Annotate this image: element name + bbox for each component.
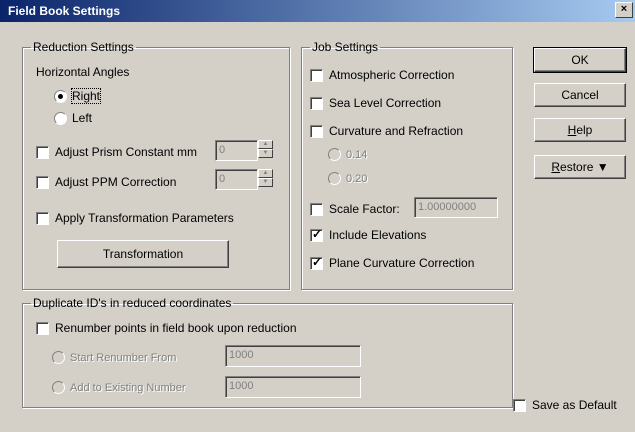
coef-014-label: 0.14 [346, 148, 368, 161]
include-elevations-checkbox[interactable]: Include Elevations [310, 227, 427, 242]
restore-button[interactable]: Restore ▼ [534, 155, 626, 179]
transformation-button[interactable]: Transformation [57, 240, 229, 268]
checkbox-icon [36, 175, 49, 189]
spin-up-icon[interactable]: ▲ [258, 140, 273, 149]
plane-curvature-label: Plane Curvature Correction [329, 256, 475, 270]
sea-level-correction-label: Sea Level Correction [329, 96, 442, 110]
add-existing-label: Add to Existing Number [70, 381, 186, 394]
restore-mnemonic: R [551, 160, 561, 174]
atmospheric-correction-checkbox[interactable]: Atmospheric Correction [310, 68, 454, 82]
right-radio-label: Right [70, 88, 102, 104]
right-radio[interactable]: Right [54, 88, 102, 104]
start-renumber-field[interactable]: 1000 [225, 345, 361, 367]
radio-dot-icon [52, 381, 65, 394]
prism-spinner[interactable]: ▲ ▼ [258, 140, 273, 160]
help-button[interactable]: Help [534, 118, 626, 142]
adjust-ppm-label: Adjust PPM Correction [55, 175, 177, 189]
job-settings-legend: Job Settings [312, 40, 379, 54]
horizontal-angles-label: Horizontal Angles [36, 65, 130, 79]
spin-up-icon[interactable]: ▲ [258, 169, 273, 178]
scale-factor-checkbox[interactable]: Scale Factor: [310, 202, 400, 216]
dialog-body: Reduction Settings Horizontal Angles Rig… [0, 22, 635, 432]
title-bar: Field Book Settings × [0, 0, 635, 22]
curvature-refraction-checkbox[interactable]: Curvature and Refraction [310, 124, 463, 138]
checkbox-icon [36, 145, 49, 159]
curvature-refraction-label: Curvature and Refraction [329, 124, 464, 138]
checkbox-icon [310, 96, 323, 110]
radio-dot-icon [52, 351, 65, 364]
adjust-prism-label: Adjust Prism Constant mm [55, 145, 198, 159]
restore-label: estore ▼ [560, 160, 609, 174]
atmospheric-correction-label: Atmospheric Correction [329, 68, 455, 82]
scale-factor-field[interactable]: 1.00000000 [414, 197, 498, 218]
coef-020-label: 0.20 [346, 172, 368, 185]
add-existing-field[interactable]: 1000 [225, 376, 361, 398]
spin-down-icon[interactable]: ▼ [258, 178, 273, 187]
radio-dot-icon [54, 89, 67, 103]
help-label: elp [576, 123, 593, 137]
coef-014-radio[interactable]: 0.14 [328, 148, 367, 161]
include-elevations-label: Include Elevations [329, 228, 427, 242]
checkbox-icon [310, 202, 323, 216]
left-radio[interactable]: Left [54, 111, 92, 125]
adjust-ppm-checkbox[interactable]: Adjust PPM Correction [36, 175, 176, 189]
plane-curvature-checkbox[interactable]: Plane Curvature Correction [310, 255, 475, 270]
save-as-default-label: Save as Default [532, 398, 617, 412]
checkbox-icon [513, 398, 526, 412]
renumber-points-checkbox[interactable]: Renumber points in field book upon reduc… [36, 321, 297, 335]
sea-level-correction-checkbox[interactable]: Sea Level Correction [310, 96, 441, 110]
checkbox-checked-icon [310, 227, 323, 242]
checkbox-icon [310, 68, 323, 82]
start-renumber-radio[interactable]: Start Renumber From [52, 351, 176, 364]
apply-transformation-checkbox[interactable]: Apply Transformation Parameters [36, 211, 234, 225]
left-radio-label: Left [72, 111, 93, 125]
reduction-settings-legend: Reduction Settings [33, 40, 134, 54]
radio-dot-icon [54, 111, 67, 125]
cancel-button[interactable]: Cancel [534, 83, 626, 107]
spin-down-icon[interactable]: ▼ [258, 149, 273, 158]
checkbox-icon [36, 211, 49, 225]
duplicate-ids-legend: Duplicate ID's in reduced coordinates [33, 296, 232, 310]
radio-dot-icon [328, 148, 341, 161]
renumber-points-label: Renumber points in field book upon reduc… [55, 321, 297, 335]
checkbox-icon [36, 321, 49, 335]
ok-button[interactable]: OK [533, 47, 627, 73]
prism-constant-field[interactable]: 0 [215, 140, 258, 161]
window-title: Field Book Settings [8, 4, 121, 18]
start-renumber-label: Start Renumber From [70, 351, 177, 364]
scale-factor-label: Scale Factor: [329, 202, 400, 216]
ppm-correction-field[interactable]: 0 [215, 169, 258, 190]
adjust-prism-checkbox[interactable]: Adjust Prism Constant mm [36, 145, 197, 159]
close-icon[interactable]: × [615, 2, 633, 18]
save-as-default-checkbox[interactable]: Save as Default [513, 398, 617, 412]
radio-dot-icon [328, 172, 341, 185]
apply-transformation-label: Apply Transformation Parameters [55, 211, 234, 225]
checkbox-checked-icon [310, 255, 323, 270]
ppm-spinner[interactable]: ▲ ▼ [258, 169, 273, 189]
add-existing-radio[interactable]: Add to Existing Number [52, 381, 186, 394]
coef-020-radio[interactable]: 0.20 [328, 172, 367, 185]
checkbox-icon [310, 124, 323, 138]
